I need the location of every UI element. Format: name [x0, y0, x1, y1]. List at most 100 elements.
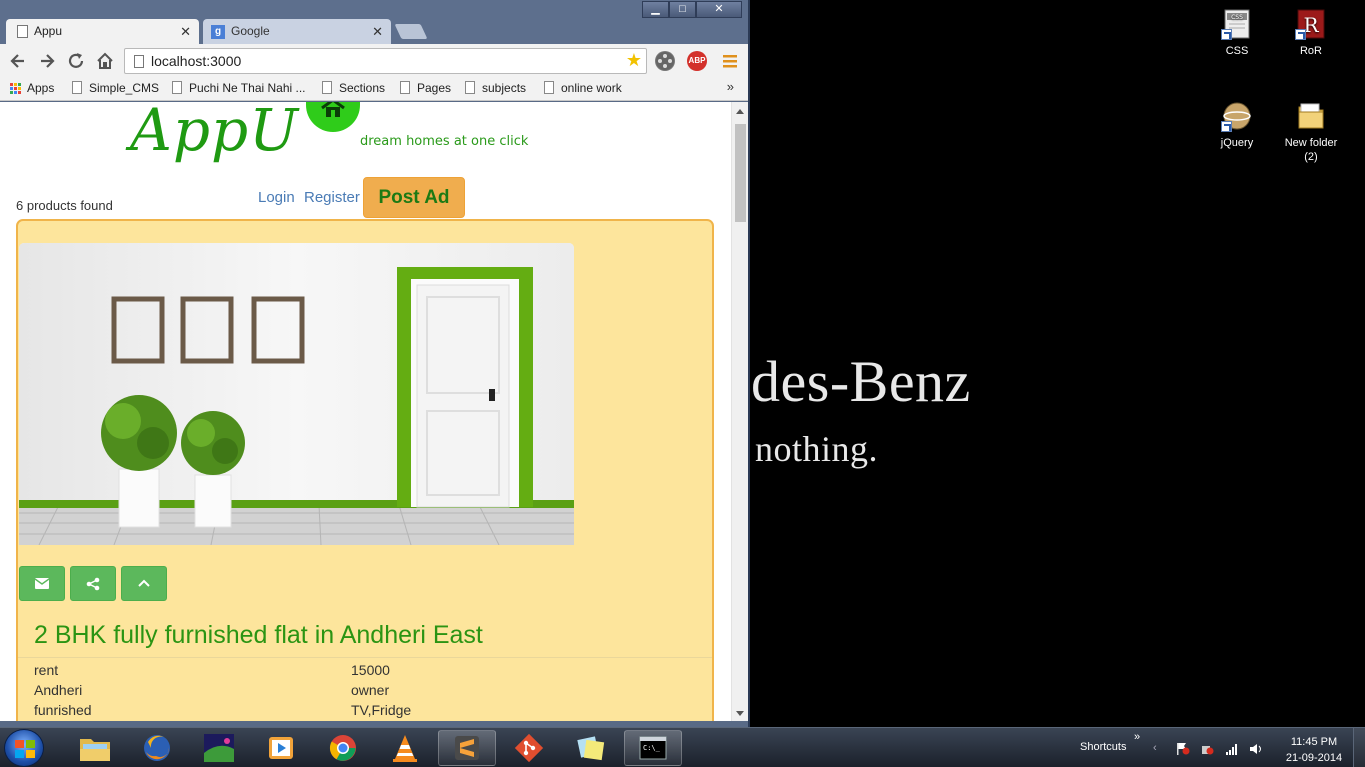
bookmark-item[interactable]: Simple_CMS — [72, 81, 159, 95]
detail-row: funrished TV,Fridge — [34, 700, 694, 720]
vertical-scrollbar[interactable] — [731, 102, 748, 721]
taskbar-file-explorer[interactable] — [66, 730, 124, 766]
back-arrow-icon[interactable] — [7, 50, 29, 72]
desktop-icon-label: CSS — [1225, 45, 1249, 57]
menu-icon[interactable] — [719, 50, 741, 72]
taskbar-git[interactable] — [500, 730, 558, 766]
desktop-icon-ror[interactable]: R RoR — [1280, 8, 1342, 58]
minimize-button[interactable]: ▁ — [642, 1, 669, 18]
clock-date: 21-09-2014 — [1285, 752, 1343, 764]
browser-toolbar: localhost:3000 ★ ABP — [0, 44, 748, 77]
show-hidden-icons-chevron-icon[interactable]: ‹ — [1153, 742, 1167, 754]
bookmark-item[interactable]: Sections — [322, 81, 385, 95]
address-bar[interactable]: localhost:3000 ★ — [124, 48, 647, 74]
maximize-button[interactable]: □ — [669, 1, 696, 18]
post-ad-button[interactable]: Post Ad — [363, 177, 465, 218]
site-tagline: dream homes at one click — [360, 134, 529, 149]
show-desktop-button[interactable] — [1353, 728, 1365, 767]
listing-card: 2 BHK fully furnished flat in Andheri Ea… — [16, 219, 714, 721]
bookmarks-bar: Apps Simple_CMS Puchi Ne Thai Nahi ... S… — [0, 77, 748, 101]
url-text: localhost:3000 — [151, 53, 242, 69]
command-prompt-icon: C:\_ — [639, 736, 667, 760]
page-icon — [134, 55, 144, 68]
tab-close-icon[interactable]: ✕ — [372, 19, 383, 44]
register-link[interactable]: Register — [304, 189, 360, 206]
svg-text:CSS: CSS — [1231, 14, 1243, 21]
taskbar-sticky-notes[interactable] — [562, 730, 620, 766]
scroll-thumb[interactable] — [735, 124, 746, 222]
tab-appu[interactable]: Appu ✕ — [6, 19, 199, 44]
detail-label: funrished — [34, 702, 92, 718]
listing-photo[interactable] — [19, 243, 574, 545]
start-button[interactable] — [4, 729, 44, 767]
bookmark-star-icon[interactable]: ★ — [626, 50, 642, 71]
home-icon[interactable] — [94, 50, 116, 72]
file-explorer-icon — [80, 739, 110, 761]
reload-icon[interactable] — [65, 50, 87, 72]
bookmark-label: Puchi Ne Thai Nahi ... — [189, 81, 306, 95]
scroll-up-arrow-icon[interactable] — [736, 109, 744, 114]
bookmark-item[interactable]: Puchi Ne Thai Nahi ... — [172, 81, 306, 95]
site-logo[interactable]: AppU — [130, 102, 299, 164]
wallpaper-text-brand: des-Benz — [751, 349, 971, 414]
forward-arrow-icon[interactable] — [36, 50, 58, 72]
system-clock[interactable]: 11:45 PM 21-09-2014 — [1281, 734, 1347, 766]
bookmark-label: Sections — [339, 81, 386, 95]
taskbar-chrome[interactable] — [314, 730, 372, 766]
bookmark-apps[interactable]: Apps — [10, 81, 54, 95]
chrome-icon — [329, 735, 356, 761]
products-found-count: 6 products found — [16, 198, 113, 213]
shortcuts-toolbar-label[interactable]: Shortcuts — [1080, 741, 1126, 753]
share-button[interactable] — [70, 566, 116, 601]
signal-strength-icon[interactable] — [1225, 742, 1239, 755]
detail-label: rent — [34, 662, 59, 678]
clock-time: 11:45 PM — [1290, 736, 1338, 748]
bookmark-label: Pages — [417, 81, 452, 95]
email-button[interactable] — [19, 566, 65, 601]
tab-google[interactable]: g Google ✕ — [203, 19, 391, 44]
desktop-icon-new-folder[interactable]: New folder (2) — [1280, 100, 1342, 164]
page-viewport: AppU dream homes at one click 6 products… — [0, 102, 748, 721]
vlc-cone-icon — [393, 735, 417, 762]
divider — [18, 657, 712, 658]
detail-row: Andheri owner — [34, 680, 694, 700]
taskbar-vlc[interactable] — [376, 730, 434, 766]
taskbar-media-player[interactable] — [252, 730, 310, 766]
desktop-icon-jquery[interactable]: jQuery — [1206, 100, 1268, 150]
taskbar-sublime-text[interactable] — [438, 730, 496, 766]
taskbar-command-prompt[interactable]: C:\_ — [624, 730, 682, 766]
detail-value: TV,Fridge — [351, 702, 412, 718]
google-icon: g — [211, 25, 225, 39]
scroll-down-arrow-icon[interactable] — [736, 711, 744, 716]
close-window-button[interactable]: ✕ — [696, 1, 742, 18]
taskbar-firefox[interactable] — [128, 730, 186, 766]
wallpaper-text-slogan: nothing. — [755, 429, 879, 469]
page-icon — [72, 81, 82, 94]
tab-close-icon[interactable]: ✕ — [180, 19, 191, 44]
browser-titlebar: Appu ✕ g Google ✕ ▁ □ ✕ — [0, 0, 748, 44]
bookmark-item[interactable]: subjects — [465, 81, 526, 95]
login-link[interactable]: Login — [258, 189, 295, 206]
page-icon — [465, 81, 475, 94]
bookmarks-overflow-chevron-icon[interactable]: » — [727, 79, 734, 94]
bookmark-item[interactable]: online work — [544, 81, 622, 95]
desktop-icon-css[interactable]: CSS CSS — [1206, 8, 1268, 58]
firefox-icon — [144, 735, 170, 761]
bookmark-item[interactable]: Pages — [400, 81, 451, 95]
volume-icon[interactable] — [1249, 742, 1263, 754]
action-center-flag-icon[interactable] — [1176, 742, 1190, 755]
collapse-button[interactable] — [121, 566, 167, 601]
browser-window: Appu ✕ g Google ✕ ▁ □ ✕ localhost:3000 ★… — [0, 0, 750, 727]
detail-value: 15000 — [351, 662, 390, 678]
film-reel-extension-icon[interactable] — [655, 51, 675, 71]
new-tab-button[interactable] — [394, 24, 428, 39]
listing-title[interactable]: 2 BHK fully furnished flat in Andheri Ea… — [34, 621, 483, 650]
page-icon — [172, 81, 182, 94]
svg-text:C:\_: C:\_ — [643, 744, 661, 752]
adblock-plus-icon[interactable]: ABP — [687, 51, 707, 71]
shortcuts-chevron-icon[interactable]: » — [1134, 731, 1140, 743]
network-warning-icon[interactable] — [1200, 742, 1214, 755]
bookmark-label: subjects — [482, 81, 527, 95]
taskbar-media-app[interactable] — [190, 730, 248, 766]
tab-title: Google — [231, 24, 270, 38]
